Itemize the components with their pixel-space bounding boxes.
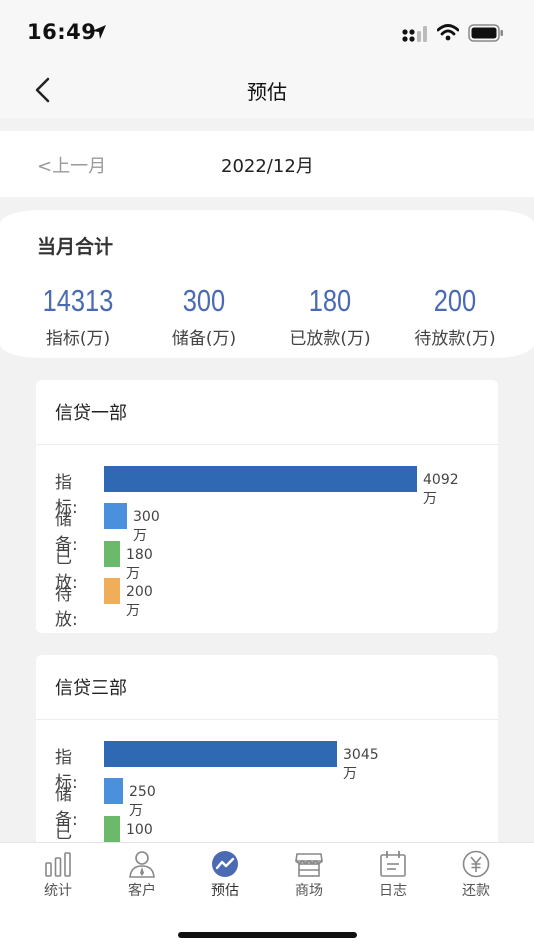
tab-label: 商场: [295, 883, 323, 899]
navigation-bar: 预估: [0, 62, 534, 118]
stat-label: 待放款(万): [414, 329, 496, 349]
person-icon: [129, 851, 155, 878]
issued-bar: [104, 541, 120, 567]
stat-label: 储备(万): [171, 329, 237, 349]
bar-value: 250万: [129, 784, 156, 819]
monthly-totals-panel: 当月合计 14313 指标(万) 300 储备(万) 180 已放款(万) 20…: [0, 210, 534, 358]
home-indicator: [178, 932, 357, 938]
cellular-signal-icon: [402, 26, 427, 42]
status-bar: 16:49: [0, 0, 534, 62]
bar-value: 300万: [133, 509, 160, 544]
bar-value: 4092万: [423, 472, 459, 507]
stat-label: 指标(万): [45, 329, 111, 349]
tab-label: 预估: [211, 883, 239, 899]
tab-label: 日志: [379, 883, 407, 899]
stat-value: 300: [182, 283, 226, 318]
tab-log[interactable]: 日志: [351, 849, 435, 900]
total-issued-stat: 180 已放款(万): [270, 282, 390, 349]
stat-label: 已放款(万): [289, 329, 371, 349]
page-title: 预估: [247, 80, 287, 104]
reserve-bar: [104, 503, 127, 529]
location-arrow-icon: [92, 25, 106, 39]
department-card: 信贷一部 指标: 4092万 储备: 300万 已放: 180万 待放: 200…: [36, 380, 498, 633]
total-reserve-stat: 300 储备(万): [144, 282, 264, 349]
bar-value: 180万: [126, 547, 153, 582]
card-divider: [36, 444, 498, 445]
month-selector: <上一月 2022/12月: [0, 131, 534, 197]
bar-chart-icon: [45, 852, 71, 877]
tab-mall[interactable]: 商场: [267, 849, 351, 900]
calendar-icon: [380, 851, 406, 877]
issued-bar: [104, 816, 120, 842]
pending-bar: [104, 578, 120, 604]
reserve-bar: [104, 778, 123, 804]
current-month: 2022/12月: [221, 156, 314, 177]
store-icon: [295, 853, 323, 877]
trend-icon: [212, 851, 238, 877]
department-name: 信贷一部: [55, 403, 127, 424]
totals-title: 当月合计: [37, 236, 114, 258]
card-divider: [36, 719, 498, 720]
tab-label: 客户: [128, 883, 156, 899]
bar-label: 待放:: [55, 585, 78, 630]
stat-value: 14313: [42, 283, 114, 318]
tab-label: 统计: [44, 883, 72, 899]
wifi-icon: [437, 24, 459, 41]
tab-estimate[interactable]: 预估: [183, 849, 267, 900]
stat-value: 200: [433, 283, 477, 318]
tab-repayment[interactable]: 还款: [434, 849, 518, 900]
department-name: 信贷三部: [55, 678, 127, 699]
tab-customers[interactable]: 客户: [100, 849, 184, 900]
target-bar: [104, 741, 337, 767]
tab-statistics[interactable]: 统计: [16, 849, 100, 900]
yuan-icon: [462, 850, 490, 878]
target-bar: [104, 466, 417, 492]
stat-value: 180: [308, 283, 352, 318]
previous-month-button[interactable]: <上一月: [37, 152, 106, 178]
bar-value: 3045万: [343, 747, 379, 782]
tab-label: 还款: [462, 883, 490, 899]
total-target-stat: 14313 指标(万): [18, 282, 138, 349]
status-time: 16:49: [27, 20, 97, 44]
battery-icon: [468, 24, 503, 42]
bar-value: 200万: [126, 584, 153, 619]
total-pending-stat: 200 待放款(万): [395, 282, 515, 349]
